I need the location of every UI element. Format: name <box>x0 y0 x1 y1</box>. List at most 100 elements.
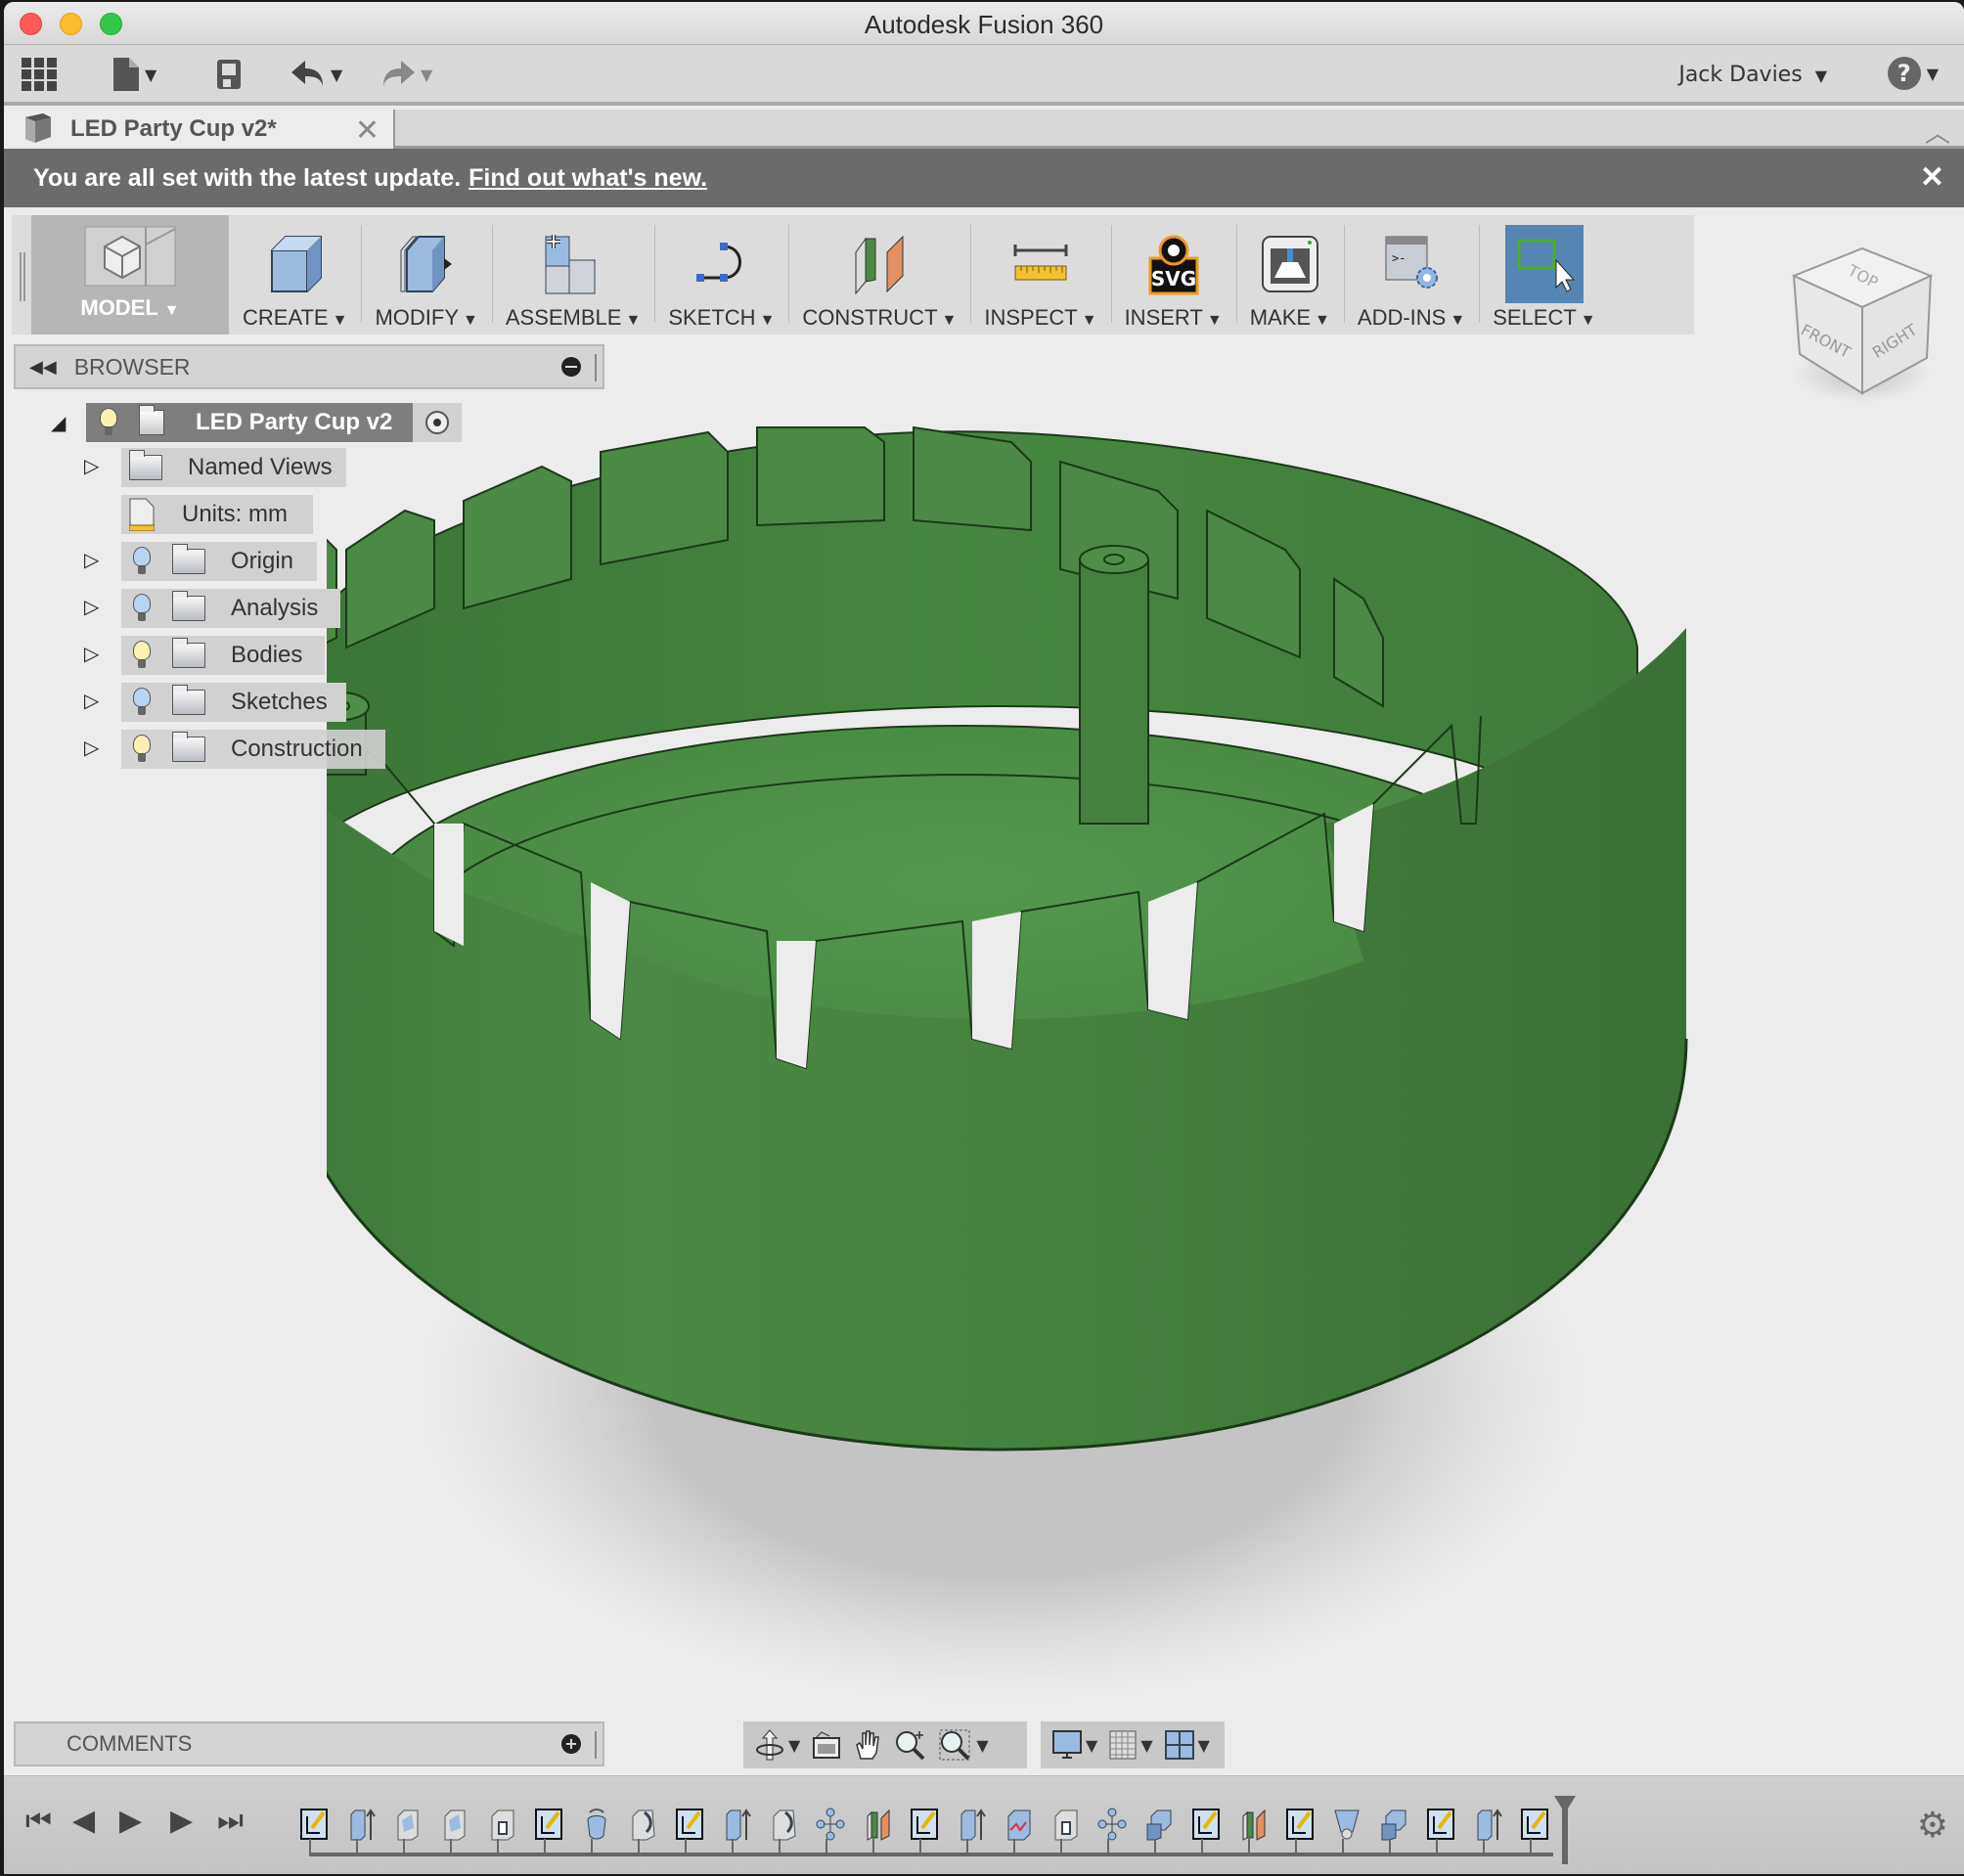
browser-item-bodies[interactable]: Bodies <box>121 636 325 675</box>
collapse-browser-icon[interactable]: ◀◀ <box>29 357 57 378</box>
browser-item-units[interactable]: Units: mm <box>121 495 313 534</box>
construct-menu[interactable]: CONSTRUCT ▼ <box>788 215 970 335</box>
browser-minimize-icon[interactable] <box>561 357 581 377</box>
orbit-button[interactable]: ▼ <box>755 1728 800 1762</box>
timeline-feature-extrude[interactable] <box>1464 1806 1511 1843</box>
timeline-settings-gear-icon[interactable]: ⚙ <box>1917 1806 1948 1846</box>
timeline-feature-hole[interactable] <box>478 1806 525 1843</box>
modify-menu[interactable]: MODIFY ▼ <box>361 215 491 335</box>
previous-step-button[interactable]: ◀ <box>72 1804 95 1838</box>
select-menu[interactable]: SELECT ▼ <box>1479 215 1609 335</box>
redo-button[interactable]: ▼ <box>381 57 432 92</box>
timeline-feature-pattern[interactable] <box>807 1806 854 1843</box>
timeline-feature-combine[interactable] <box>1370 1806 1417 1843</box>
timeline-feature-combine[interactable] <box>1136 1806 1183 1843</box>
visibility-bulb-off-icon[interactable] <box>131 547 153 576</box>
create-menu[interactable]: CREATE ▼ <box>229 215 361 335</box>
expand-toggle[interactable]: ▷ <box>84 642 99 665</box>
timeline-feature-pattern[interactable] <box>1089 1806 1136 1843</box>
make-menu[interactable]: MAKE ▼ <box>1235 215 1344 335</box>
browser-item-origin[interactable]: Origin <box>121 542 317 581</box>
document-tab[interactable]: LED Party Cup v2* ✕ <box>4 110 395 149</box>
assemble-menu[interactable]: ASSEMBLE ▼ <box>491 215 654 335</box>
data-panel-button[interactable] <box>22 57 57 92</box>
timeline-feature-sketch[interactable] <box>1276 1806 1323 1843</box>
visibility-bulb-off-icon[interactable] <box>131 688 153 717</box>
visibility-bulb-on-icon[interactable] <box>131 735 153 764</box>
whats-new-link[interactable]: Find out what's new. <box>469 164 707 193</box>
pan-button[interactable] <box>853 1729 882 1761</box>
timeline-feature-chamfer[interactable] <box>1323 1806 1370 1843</box>
timeline-feature-extrude[interactable] <box>713 1806 760 1843</box>
visibility-bulb-off-icon[interactable] <box>131 594 153 623</box>
browser-item-construction[interactable]: Construction <box>121 730 385 769</box>
timeline-feature-extrude[interactable] <box>337 1806 384 1843</box>
timeline-feature-revolve[interactable] <box>572 1806 619 1843</box>
timeline-feature-sketch[interactable] <box>290 1806 337 1843</box>
timeline-feature-fillet[interactable] <box>619 1806 666 1843</box>
timeline-feature-sketch[interactable] <box>1417 1806 1464 1843</box>
browser-item-sketches[interactable]: Sketches <box>121 683 346 722</box>
timeline-feature-sketch[interactable] <box>525 1806 572 1843</box>
expand-toggle[interactable]: ▷ <box>84 595 99 618</box>
insert-menu[interactable]: SVG INSERT ▼ <box>1110 215 1236 335</box>
viewcube[interactable]: TOP FRONT RIGHT <box>1774 237 1941 413</box>
timeline-feature-sketch[interactable] <box>1511 1806 1558 1843</box>
expand-toggle[interactable]: ▷ <box>84 689 99 712</box>
add-comment-icon[interactable]: + <box>561 1734 581 1754</box>
activate-component-button[interactable] <box>413 403 462 442</box>
model-viewport[interactable] <box>286 413 1696 1704</box>
browser-grip[interactable] <box>595 354 597 381</box>
zoom-window-button[interactable]: ▼ <box>939 1729 989 1761</box>
workspace-switcher[interactable]: MODEL ▼ <box>31 215 229 335</box>
timeline-tick <box>497 1839 499 1853</box>
file-menu-button[interactable]: ▼ <box>113 57 156 92</box>
undo-button[interactable]: ▼ <box>291 57 342 92</box>
add-ins-menu[interactable]: >- ADD-INS ▼ <box>1343 215 1479 335</box>
timeline-feature-shell[interactable] <box>431 1806 478 1843</box>
close-notification-button[interactable]: ✕ <box>1920 160 1944 195</box>
browser-panel-header[interactable]: ◀◀ BROWSER <box>14 344 604 389</box>
viewports-button[interactable]: ▼ <box>1164 1730 1210 1760</box>
expand-toggle[interactable]: ▷ <box>84 454 99 477</box>
comments-panel[interactable]: COMMENTS + <box>14 1721 604 1766</box>
orbit-icon <box>756 1729 783 1761</box>
collapse-tabs-button[interactable]: ︿ <box>1925 113 1950 150</box>
comments-grip[interactable] <box>595 1731 597 1759</box>
timeline-feature-sketch[interactable] <box>901 1806 948 1843</box>
timeline-feature-hole[interactable] <box>1042 1806 1089 1843</box>
timeline-marker[interactable] <box>1554 1796 1576 1864</box>
play-button[interactable]: ▶ <box>119 1804 142 1838</box>
visibility-bulb-on-icon[interactable] <box>131 641 153 670</box>
3d-print-icon <box>1261 236 1318 292</box>
display-settings-button[interactable]: ▼ <box>1052 1730 1097 1760</box>
timeline-feature-offset-plane[interactable] <box>854 1806 901 1843</box>
go-to-end-button[interactable]: ⏭ <box>217 1804 244 1838</box>
look-at-button[interactable] <box>812 1730 841 1760</box>
save-button[interactable] <box>217 57 241 92</box>
expand-toggle[interactable]: ▷ <box>84 736 99 759</box>
close-tab-button[interactable]: ✕ <box>355 113 379 148</box>
timeline-feature-split-body[interactable] <box>995 1806 1042 1843</box>
grid-snaps-button[interactable]: ▼ <box>1109 1730 1153 1760</box>
expand-toggle[interactable]: ▷ <box>84 548 99 571</box>
inspect-menu[interactable]: INSPECT ▼ <box>970 215 1110 335</box>
timeline-feature-offset-plane[interactable] <box>1229 1806 1276 1843</box>
visibility-bulb-on-icon[interactable] <box>98 408 119 437</box>
sketch-menu[interactable]: SKETCH ▼ <box>654 215 788 335</box>
help-menu[interactable]: ? ▼ <box>1887 57 1939 90</box>
timeline-feature-sketch[interactable] <box>1183 1806 1229 1843</box>
zoom-button[interactable] <box>894 1729 927 1761</box>
browser-root-node[interactable]: LED Party Cup v2 <box>86 403 413 442</box>
toolbar-grip[interactable] <box>12 215 31 335</box>
timeline-feature-fillet[interactable] <box>760 1806 807 1843</box>
user-account-menu[interactable]: Jack Davies ▼ <box>1678 63 1827 87</box>
go-to-start-button[interactable]: ⏮ <box>25 1804 52 1838</box>
timeline-feature-sketch[interactable] <box>666 1806 713 1843</box>
timeline-feature-shell[interactable] <box>384 1806 431 1843</box>
timeline-feature-extrude[interactable] <box>948 1806 995 1843</box>
next-step-button[interactable]: ▶ <box>170 1804 193 1838</box>
root-expand-toggle[interactable]: ◢ <box>51 411 66 434</box>
browser-item-analysis[interactable]: Analysis <box>121 589 340 628</box>
browser-item-named-views[interactable]: Named Views <box>121 448 346 487</box>
